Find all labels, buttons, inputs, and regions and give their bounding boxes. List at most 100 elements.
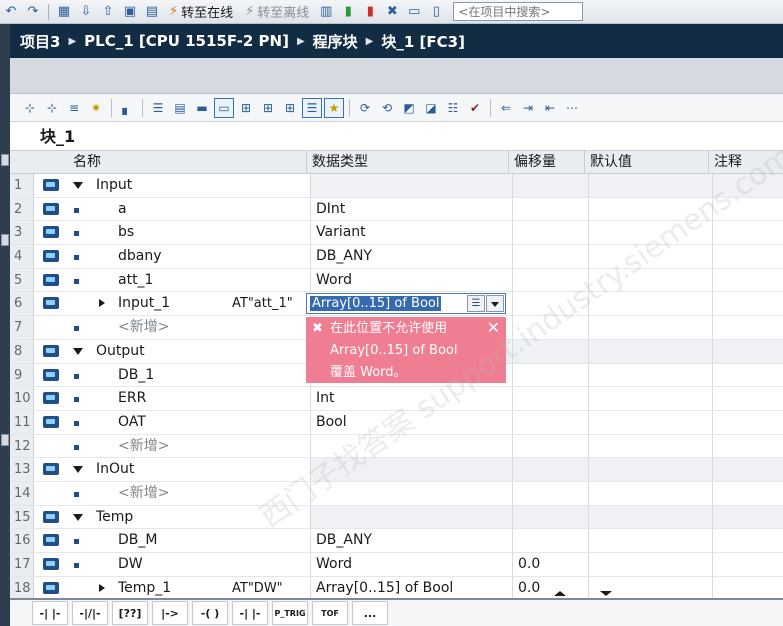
add-new-row[interactable]: <新增> — [118, 435, 169, 458]
split-vertical-icon[interactable]: ▯ — [425, 2, 447, 22]
section-name[interactable]: Input — [96, 174, 132, 197]
table-row[interactable]: 10 ERR Int — [10, 387, 783, 411]
column-header-name[interactable]: 名称 — [68, 151, 310, 174]
comment-cell[interactable] — [712, 434, 783, 458]
datatype-cell[interactable]: DB_ANY — [310, 245, 512, 268]
p-trig-button[interactable]: P_TRIG — [272, 601, 308, 625]
expand-icon[interactable] — [99, 299, 105, 308]
default-value-cell[interactable] — [588, 529, 712, 552]
comment-cell[interactable] — [712, 197, 783, 221]
breadcrumb-item[interactable]: 块_1 [FC3] — [381, 31, 465, 52]
table-row[interactable]: 6 Input_1 AT"att_1" Array[0..15] of Bool ☰ — [10, 292, 783, 317]
variable-name[interactable]: ERR — [118, 387, 146, 410]
datatype-cell[interactable] — [310, 174, 512, 197]
empty-box-button[interactable]: [??] — [112, 601, 148, 625]
go-offline-button[interactable]: ⚡ 转至离线 — [239, 2, 315, 22]
datatype-cell[interactable]: Int — [310, 387, 512, 410]
table-row[interactable]: 2 a DInt — [10, 197, 783, 222]
collapse-icon[interactable] — [73, 347, 83, 355]
variable-name[interactable]: DB_1 — [118, 364, 154, 387]
table-row[interactable]: 14 <新增> — [10, 481, 783, 506]
panel-grip[interactable] — [1, 154, 9, 166]
panel-grip[interactable] — [1, 234, 9, 246]
column-header-default[interactable]: 默认值 — [584, 151, 708, 174]
comment-cell[interactable] — [712, 221, 783, 245]
column-header-comment[interactable]: 注释 — [708, 151, 783, 174]
datatype-cell[interactable] — [310, 481, 512, 505]
outdent-icon[interactable]: ⇤ — [540, 98, 560, 118]
comment-cell[interactable] — [712, 387, 783, 410]
add-new-row[interactable]: <新增> — [118, 316, 169, 339]
monitor-icon[interactable]: ⟳ — [355, 98, 375, 118]
default-value-cell[interactable] — [588, 363, 712, 387]
comment-cell[interactable] — [712, 576, 783, 600]
variable-name[interactable]: DW — [118, 553, 143, 576]
table-row[interactable]: 15 Temp — [10, 505, 783, 530]
default-value-cell[interactable] — [588, 387, 712, 410]
normally-closed-contact-button[interactable]: -|/|- — [72, 601, 108, 625]
check-icon[interactable]: ✔ — [465, 98, 485, 118]
default-value-cell[interactable] — [588, 174, 712, 197]
variable-name[interactable]: att_1 — [118, 269, 153, 292]
compile-icon[interactable]: ▦ — [53, 2, 75, 22]
column-header-datatype[interactable]: 数据类型 — [306, 151, 512, 174]
variable-name[interactable]: DB_M — [118, 529, 157, 552]
comment-cell[interactable] — [712, 174, 783, 197]
more-instructions-button[interactable]: ... — [352, 601, 388, 625]
assignment-button[interactable]: -( ) — [192, 601, 228, 625]
datatype-cell[interactable]: DInt — [310, 197, 512, 221]
close-icon[interactable]: ✕ — [487, 317, 500, 339]
expand-icon[interactable] — [99, 583, 105, 592]
open-branch-button[interactable]: |-> — [152, 601, 188, 625]
default-value-cell[interactable] — [588, 481, 712, 505]
stop-cpu-icon[interactable]: ▮ — [359, 2, 381, 22]
section-name[interactable]: Temp — [96, 506, 133, 529]
accessible-devices-icon[interactable]: ▥ — [315, 2, 337, 22]
table-row[interactable]: 4 dbany DB_ANY — [10, 245, 783, 269]
start-simulation-icon[interactable]: ▤ — [141, 2, 163, 22]
comment-cell[interactable] — [712, 268, 783, 292]
default-value-cell[interactable] — [588, 553, 712, 576]
datatype-selected-text[interactable]: Array[0..15] of Bool — [310, 296, 442, 312]
add-new-row[interactable]: <新增> — [118, 482, 169, 505]
datatype-cell[interactable]: Variant — [310, 221, 512, 245]
tof-button[interactable]: TOF — [312, 601, 348, 625]
download-icon[interactable]: ⇩ — [75, 2, 97, 22]
list-icon[interactable]: ☷ — [443, 98, 463, 118]
comment-cell[interactable] — [712, 339, 783, 363]
comment-cell[interactable] — [712, 316, 783, 339]
default-value-cell[interactable] — [588, 245, 712, 268]
scroll-down-icon[interactable] — [600, 591, 612, 596]
project-search-input[interactable] — [453, 2, 584, 21]
contact-button[interactable]: -| |- — [232, 601, 268, 625]
variable-name[interactable]: dbany — [118, 245, 162, 268]
default-value-cell[interactable] — [588, 458, 712, 481]
table-row[interactable]: 3 bs Variant — [10, 221, 783, 246]
default-value-cell[interactable] — [588, 505, 712, 529]
star-icon[interactable]: ✷ — [86, 98, 106, 118]
datatype-cell[interactable] — [310, 458, 512, 481]
symbol-info-icon[interactable]: ⊞ — [258, 98, 278, 118]
indent-icon[interactable]: ⇥ — [518, 98, 538, 118]
default-value-cell[interactable] — [588, 339, 712, 363]
list-icon[interactable]: ☰ — [467, 295, 485, 313]
network-overview-icon[interactable]: ☰ — [302, 97, 322, 118]
table-row[interactable]: 13 InOut — [10, 458, 783, 482]
datatype-cell[interactable]: Bool — [310, 410, 512, 434]
breadcrumb-item[interactable]: PLC_1 [CPU 1515F-2 PN] — [84, 32, 289, 50]
variable-name[interactable]: Temp_1 — [118, 577, 171, 600]
section-name[interactable]: InOut — [96, 458, 134, 481]
cross-reference-icon[interactable]: ✖ — [381, 2, 403, 22]
insert-network-icon[interactable]: ☰ — [148, 98, 168, 118]
redo-icon[interactable]: ↷ — [22, 2, 44, 22]
tag-info-icon[interactable]: ⊞ — [280, 98, 300, 118]
chevron-down-icon[interactable] — [486, 295, 504, 313]
scroll-up-icon[interactable] — [554, 591, 566, 596]
collapse-icon[interactable] — [73, 466, 83, 474]
collapse-icon[interactable] — [73, 182, 83, 189]
panel-grip[interactable] — [1, 434, 9, 446]
comment-cell[interactable] — [712, 553, 783, 576]
network-icon[interactable]: ▖ — [117, 98, 137, 118]
datatype-cell[interactable]: DB_ANY — [310, 529, 512, 552]
comment-cell[interactable] — [712, 458, 783, 481]
